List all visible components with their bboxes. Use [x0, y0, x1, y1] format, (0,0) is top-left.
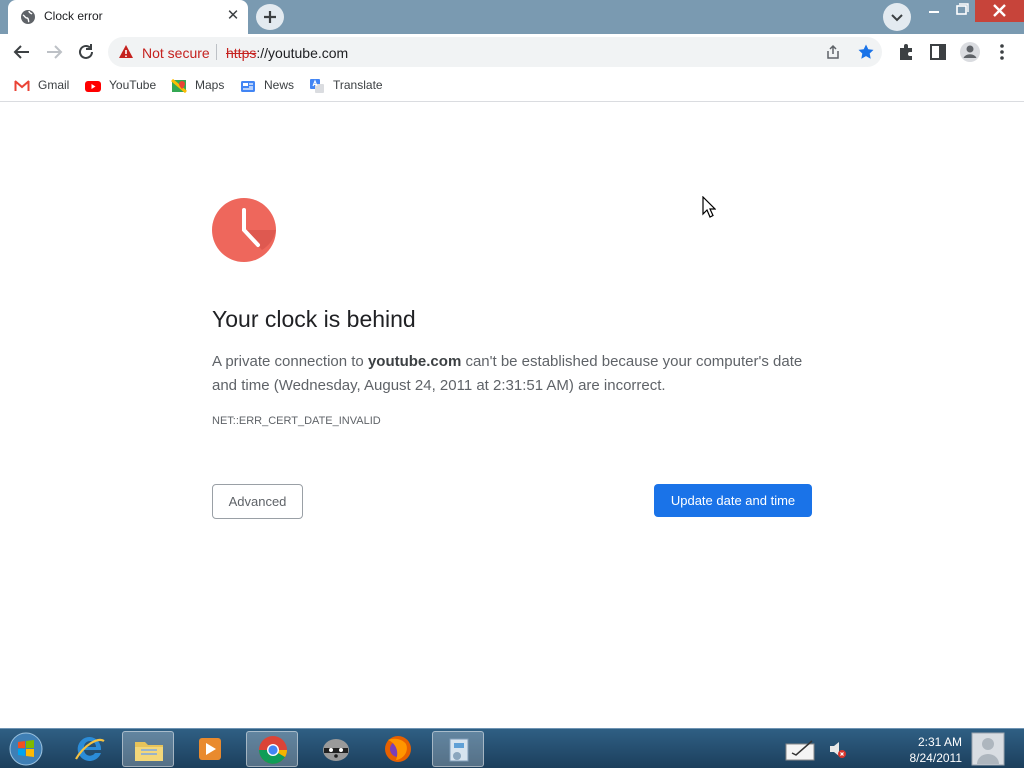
url-text[interactable]: https://youtube.com: [226, 45, 348, 61]
taskbar-explorer[interactable]: [122, 731, 174, 767]
side-panel-icon: [930, 44, 946, 60]
page-title: Your clock is behind: [212, 306, 416, 332]
bookmark-label: Gmail: [38, 78, 70, 92]
bookmark-label: News: [264, 78, 295, 92]
system-clock[interactable]: 2:31 AM 8/24/2011: [890, 734, 963, 766]
bookmark-star-icon[interactable]: [857, 43, 875, 61]
internet-explorer-icon: [75, 736, 105, 761]
bookmark-news[interactable]: News: [240, 77, 296, 95]
globe-icon: [21, 10, 35, 24]
tab-title: Clock error: [44, 9, 103, 23]
mouse-cursor-icon: [702, 196, 716, 218]
puzzle-icon: [900, 44, 912, 60]
taskbar-chrome[interactable]: [246, 731, 298, 767]
tab-close-button[interactable]: ✕: [223, 6, 243, 26]
taskbar-media-player[interactable]: [184, 731, 236, 767]
url-host: ://youtube.com: [256, 45, 349, 61]
raccoon-icon: [323, 739, 349, 761]
arrow-right-icon: [47, 45, 63, 59]
restore-button[interactable]: [948, 0, 976, 22]
forward-button[interactable]: [41, 39, 67, 65]
chrome-icon: [259, 736, 287, 764]
gmail-icon: [14, 80, 30, 91]
user-avatar-button[interactable]: [968, 730, 1008, 768]
volume-muted-icon: [830, 742, 846, 758]
profile-button[interactable]: [957, 39, 983, 65]
reload-button[interactable]: [73, 39, 99, 65]
bookmark-label: Translate: [333, 78, 383, 92]
browser-toolbar: Not secure https://youtube.com: [0, 34, 1024, 70]
tray-volume[interactable]: [822, 731, 852, 767]
taskbar-internet-explorer[interactable]: [64, 731, 116, 767]
media-player-icon: [199, 738, 221, 760]
side-panel-button[interactable]: [925, 39, 951, 65]
translate-icon: [310, 79, 324, 93]
url-scheme: https: [226, 45, 257, 61]
document-app-icon: [449, 738, 469, 762]
taskbar: 2:31 AM 8/24/2011: [0, 728, 1024, 768]
share-icon[interactable]: [825, 44, 841, 60]
arrow-left-icon: [13, 45, 29, 59]
firefox-icon: [385, 736, 411, 762]
close-icon: [993, 4, 1006, 17]
bookmark-gmail[interactable]: Gmail: [14, 77, 74, 95]
extensions-button[interactable]: [893, 39, 919, 65]
error-page: Your clock is behind A private connectio…: [0, 103, 1024, 727]
chevron-down-icon: [891, 14, 903, 22]
pen-tablet-icon: [785, 740, 815, 761]
security-chip[interactable]: Not secure: [142, 45, 210, 61]
bookmark-maps[interactable]: Maps: [171, 77, 227, 95]
new-tab-button[interactable]: [256, 4, 284, 30]
omnibox-divider: [216, 44, 217, 60]
bookmark-label: Maps: [195, 78, 225, 92]
maps-icon: [171, 78, 187, 94]
restore-icon: [956, 3, 969, 15]
kebab-menu-icon: [1000, 44, 1004, 60]
address-bar[interactable]: Not secure https://youtube.com: [108, 37, 882, 67]
close-window-button[interactable]: [975, 0, 1024, 22]
youtube-icon: [85, 81, 101, 92]
plus-icon: [264, 11, 276, 23]
clock-date: 8/24/2011: [909, 751, 963, 765]
advanced-button[interactable]: Advanced: [212, 484, 303, 519]
clock-error-icon: [212, 198, 276, 262]
avatar-icon: [960, 42, 980, 62]
user-avatar-icon: [971, 732, 1005, 766]
bookmark-label: YouTube: [109, 78, 157, 92]
menu-button[interactable]: [989, 39, 1015, 65]
start-button[interactable]: [4, 731, 48, 767]
bookmark-youtube[interactable]: YouTube: [85, 77, 157, 95]
clock-time: 2:31 AM: [917, 735, 962, 749]
error-description: A private connection to youtube.com can'…: [212, 350, 812, 398]
windows-start-icon: [9, 732, 43, 766]
warning-icon: [119, 45, 133, 58]
taskbar-firefox[interactable]: [372, 731, 424, 767]
tray-pen-input[interactable]: [780, 731, 820, 767]
tab-search-button[interactable]: [883, 3, 911, 31]
minimize-icon: [929, 11, 939, 13]
browser-titlebar: Clock error ✕: [0, 0, 1024, 34]
reload-icon: [79, 44, 93, 59]
back-button[interactable]: [9, 39, 35, 65]
error-code: NET::ERR_CERT_DATE_INVALID: [212, 415, 381, 427]
taskbar-raccoon-app[interactable]: [310, 731, 362, 767]
bookmark-translate[interactable]: Translate: [309, 77, 385, 95]
taskbar-control-panel[interactable]: [432, 731, 484, 767]
desc-text: A private connection to: [212, 353, 368, 370]
news-icon: [241, 81, 255, 92]
desc-host: youtube.com: [367, 353, 462, 370]
update-date-time-button[interactable]: Update date and time: [654, 484, 812, 517]
minimize-button[interactable]: [920, 0, 948, 22]
folder-icon: [135, 742, 163, 761]
tab-clock-error[interactable]: Clock error ✕: [8, 0, 248, 34]
bookmarks-bar: Gmail YouTube Maps News Translate: [0, 70, 1024, 102]
